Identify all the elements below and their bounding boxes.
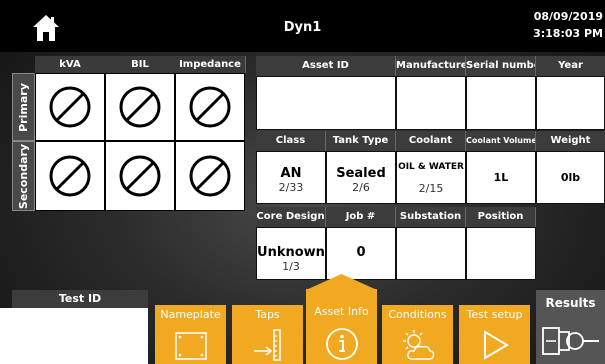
not-set-icon	[49, 155, 91, 197]
serial-number-field[interactable]	[466, 76, 536, 130]
info-icon	[325, 328, 358, 360]
tank-type-field[interactable]: Sealed 2/6	[326, 151, 396, 204]
header-core-design: Core Design	[256, 207, 326, 227]
page-title: Dyn1	[283, 20, 322, 35]
row-label-secondary-text: Secondary	[17, 143, 30, 209]
header-manufacturer: Manufacturer	[396, 56, 466, 76]
header-job-number: Job #	[326, 207, 396, 227]
col-header-bil: BIL	[105, 56, 176, 73]
position-field[interactable]	[466, 227, 536, 280]
header-coolant-volume: Coolant Volume	[466, 131, 536, 151]
results-button[interactable]: Results	[536, 290, 605, 364]
class-field[interactable]: AN 2/33	[256, 151, 326, 204]
test-id-input[interactable]	[0, 308, 148, 364]
header-substation: Substation	[396, 207, 466, 227]
coolant-index: 2/15	[418, 182, 444, 195]
header-class: Class	[256, 131, 326, 151]
primary-impedance-cell[interactable]	[175, 73, 245, 141]
secondary-bil-cell[interactable]	[105, 141, 175, 211]
tab-asset-info-label: Asset Info	[314, 305, 369, 318]
core-design-index: 1/3	[282, 260, 300, 273]
primary-bil-cell[interactable]	[105, 73, 175, 141]
secondary-kva-cell[interactable]	[35, 141, 105, 211]
tab-nameplate-label: Nameplate	[160, 308, 221, 321]
results-icon	[542, 327, 599, 355]
tab-conditions-label: Conditions	[388, 308, 447, 321]
col-header-impedance: Impedance	[175, 56, 246, 73]
not-set-icon	[119, 155, 161, 197]
col-header-kva: kVA	[35, 56, 106, 73]
class-value: AN	[280, 166, 302, 181]
header-coolant: Coolant	[396, 131, 466, 151]
coolant-field[interactable]: OIL & WATER 2/15	[396, 151, 466, 204]
row-label-primary-text: Primary	[17, 82, 30, 132]
weight-field[interactable]: 0lb	[536, 151, 605, 204]
taps-icon	[253, 329, 281, 361]
results-label: Results	[545, 296, 596, 310]
weather-icon	[402, 330, 434, 360]
job-number-value: 0	[356, 245, 366, 260]
row-label-secondary: Secondary	[12, 141, 35, 211]
coolant-volume-field[interactable]: 1L	[466, 151, 536, 204]
not-set-icon	[189, 86, 231, 128]
test-id-label: Test ID	[12, 290, 148, 308]
manufacturer-field[interactable]	[396, 76, 466, 130]
top-bar: Dyn1 08/09/2019 3:18:03 PM	[0, 0, 605, 52]
asset-id-field[interactable]	[256, 76, 396, 130]
tab-test-setup-label: Test setup	[466, 308, 523, 321]
substation-field[interactable]	[396, 227, 466, 280]
row-label-primary: Primary	[12, 73, 35, 141]
header-weight: Weight	[536, 131, 605, 151]
primary-kva-cell[interactable]	[35, 73, 105, 141]
tab-asset-info[interactable]: Asset Info	[306, 274, 377, 364]
secondary-impedance-cell[interactable]	[175, 141, 245, 211]
tab-taps-label: Taps	[255, 308, 280, 321]
tab-active-pointer	[306, 274, 377, 290]
header-serial-number: Serial number	[466, 56, 536, 76]
header-position: Position	[466, 207, 536, 227]
datetime: 08/09/2019 3:18:03 PM	[533, 8, 603, 42]
header-asset-id: Asset ID	[256, 56, 396, 76]
year-field[interactable]	[536, 76, 605, 130]
coolant-volume-value: 1L	[493, 171, 509, 184]
tab-test-setup[interactable]: Test setup	[459, 305, 530, 364]
tank-type-index: 2/6	[352, 181, 370, 194]
core-design-field[interactable]: Unknown 1/3	[256, 227, 326, 280]
class-index: 2/33	[278, 181, 304, 194]
date-text: 08/09/2019	[533, 10, 603, 23]
not-set-icon	[189, 155, 231, 197]
weight-value: 0lb	[560, 171, 581, 184]
coolant-value: OIL & WATER	[398, 162, 464, 172]
time-text: 3:18:03 PM	[533, 27, 603, 40]
tank-type-value: Sealed	[336, 166, 386, 181]
not-set-icon	[119, 86, 161, 128]
job-number-field[interactable]: 0	[326, 227, 396, 280]
header-year: Year	[536, 56, 605, 76]
core-design-value: Unknown	[257, 245, 325, 260]
not-set-icon	[49, 86, 91, 128]
header-tank-type: Tank Type	[326, 131, 396, 151]
nameplate-icon	[174, 332, 207, 360]
tab-taps[interactable]: Taps	[232, 305, 303, 364]
tab-conditions[interactable]: Conditions	[382, 305, 453, 364]
tab-nameplate[interactable]: Nameplate	[155, 305, 226, 364]
play-icon	[483, 330, 509, 360]
